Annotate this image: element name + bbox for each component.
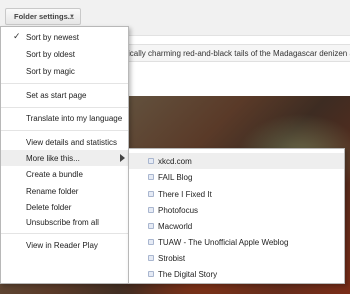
submenu-item-label: Strobist	[158, 253, 186, 263]
submenu-item-xkcd[interactable]: xkcd.com	[129, 153, 344, 169]
menu-divider	[1, 233, 128, 234]
menu-item-label: Set as start page	[26, 90, 87, 100]
menu-item-sort-newest[interactable]: ✓ Sort by newest	[1, 29, 128, 45]
menu-item-rename-folder[interactable]: Rename folder	[1, 183, 128, 199]
feed-icon	[148, 239, 154, 245]
menu-item-view-details[interactable]: View details and statistics	[1, 134, 128, 150]
menu-item-label: Translate into my language	[26, 113, 123, 123]
feed-icon	[148, 255, 154, 261]
menu-item-more-like-this[interactable]: More like this...	[1, 150, 128, 166]
menu-divider	[1, 107, 128, 108]
submenu-item-label: The Digital Story	[158, 269, 218, 279]
submenu-item-label: TUAW - The Unofficial Apple Weblog	[158, 237, 289, 247]
menu-divider	[1, 130, 128, 131]
folder-settings-label: Folder settings...	[14, 12, 75, 21]
menu-item-label: View in Reader Play	[26, 240, 98, 250]
submenu-item-macworld[interactable]: Macworld	[129, 218, 344, 234]
menu-item-label: Delete folder	[26, 202, 72, 212]
menu-divider	[1, 83, 128, 84]
menu-item-sort-oldest[interactable]: Sort by oldest	[1, 46, 128, 62]
submenu-item-the-digital-story[interactable]: The Digital Story	[129, 266, 344, 282]
menu-item-unsubscribe-all[interactable]: Unsubscribe from all	[1, 214, 128, 230]
feed-icon	[148, 191, 154, 197]
menu-item-sort-magic[interactable]: Sort by magic	[1, 63, 128, 79]
submenu-item-label: Macworld	[158, 221, 193, 231]
menu-item-label: Create a bundle	[26, 169, 83, 179]
more-like-this-submenu: xkcd.com FAIL Blog There I Fixed It Phot…	[128, 148, 345, 284]
submenu-item-label: There I Fixed It	[158, 189, 212, 199]
menu-item-label: More like this...	[26, 153, 80, 163]
folder-settings-button[interactable]: Folder settings... ▼	[5, 8, 81, 25]
submenu-arrow-icon	[120, 154, 125, 162]
feed-icon	[148, 271, 154, 277]
feed-icon	[148, 158, 154, 164]
folder-settings-menu: ✓ Sort by newest Sort by oldest Sort by …	[0, 26, 129, 284]
check-icon: ✓	[13, 31, 21, 41]
menu-item-label: Sort by oldest	[26, 49, 75, 59]
menu-item-label: Sort by newest	[26, 32, 79, 42]
feed-icon	[148, 207, 154, 213]
menu-item-label: Rename folder	[26, 186, 79, 196]
feed-icon	[148, 223, 154, 229]
menu-item-label: Unsubscribe from all	[26, 217, 99, 227]
menu-item-delete-folder[interactable]: Delete folder	[1, 199, 128, 215]
snippet-text-right: ically charming red-and-black tails of t…	[128, 49, 350, 58]
menu-item-translate[interactable]: Translate into my language	[1, 110, 128, 126]
submenu-item-fail-blog[interactable]: FAIL Blog	[129, 169, 344, 185]
feed-icon	[148, 174, 154, 180]
submenu-item-strobist[interactable]: Strobist	[129, 250, 344, 266]
submenu-item-label: xkcd.com	[158, 156, 192, 166]
submenu-item-photofocus[interactable]: Photofocus	[129, 202, 344, 218]
submenu-item-label: FAIL Blog	[158, 172, 193, 182]
menu-item-set-start-page[interactable]: Set as start page	[1, 87, 128, 103]
menu-item-view-reader-play[interactable]: View in Reader Play	[1, 237, 128, 253]
menu-item-label: Sort by magic	[26, 66, 75, 76]
submenu-item-tuaw[interactable]: TUAW - The Unofficial Apple Weblog	[129, 234, 344, 250]
submenu-item-label: Photofocus	[158, 205, 199, 215]
submenu-item-there-i-fixed-it[interactable]: There I Fixed It	[129, 186, 344, 202]
dropdown-arrow-icon: ▼	[69, 14, 75, 20]
menu-item-label: View details and statistics	[26, 137, 118, 147]
menu-item-create-bundle[interactable]: Create a bundle	[1, 166, 128, 182]
